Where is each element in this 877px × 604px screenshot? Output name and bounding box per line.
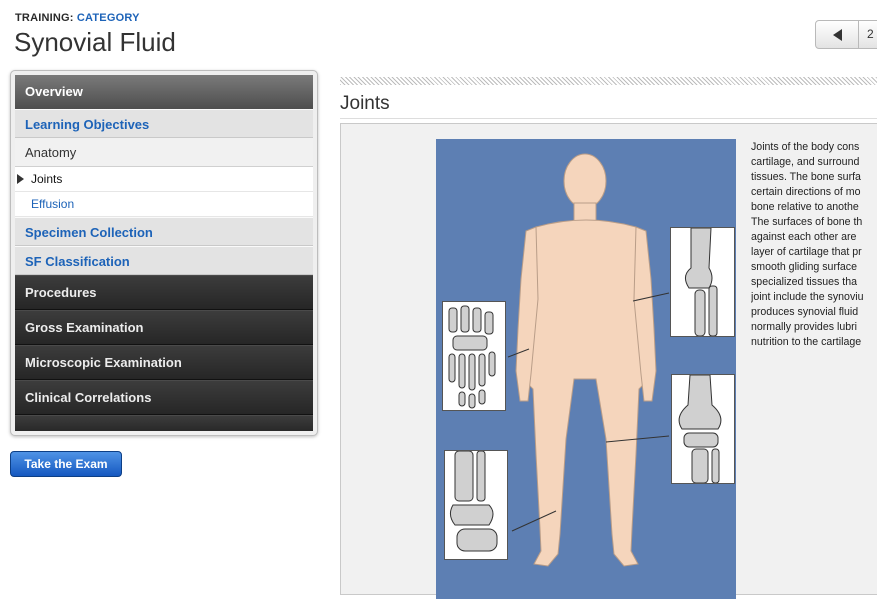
nav-item-clinical-correlations[interactable]: Clinical Correlations [15, 380, 313, 415]
sidebar-nav: Overview Learning Objectives Anatomy Joi… [15, 75, 313, 431]
hand-bones-icon [448, 305, 496, 409]
ankle-bones-icon [449, 450, 498, 552]
page-navigator: 2 [815, 20, 877, 49]
neck-shape [573, 202, 597, 222]
current-arrow-icon [17, 174, 24, 184]
text-line: The surfaces of bone th [751, 216, 863, 228]
page-number: 2 [867, 27, 874, 41]
nav-item-sf-classification[interactable]: SF Classification [15, 246, 313, 275]
section-divider [340, 77, 877, 85]
elbow-bones-inset [670, 227, 735, 337]
text-line: Joints of the body cons [751, 141, 860, 153]
take-exam-button[interactable]: Take the Exam [10, 451, 122, 477]
text-line: bone relative to anothe [751, 201, 859, 213]
text-line: against each other are [751, 231, 857, 243]
joints-illustration [436, 139, 736, 599]
breadcrumb-category[interactable]: CATEGORY [77, 12, 140, 24]
nav-item-overview[interactable]: Overview [15, 75, 313, 109]
text-line: normally provides lubri [751, 321, 857, 333]
nav-item-learning-objectives[interactable]: Learning Objectives [15, 109, 313, 138]
joints-description: Joints of the body cons cartilage, and s… [751, 140, 877, 350]
text-line: produces synovial fluid [751, 306, 859, 318]
elbow-bones-icon [685, 227, 718, 337]
nav-item-anatomy[interactable]: Anatomy [15, 138, 313, 167]
nav-item-microscopic-examination[interactable]: Microscopic Examination [15, 345, 313, 380]
text-line: nutrition to the cartilage [751, 336, 862, 348]
nav-subitem-effusion[interactable]: Effusion [15, 192, 313, 217]
text-line: tissues. The bone surfa [751, 171, 861, 183]
breadcrumb: TRAINING: CATEGORY [15, 12, 140, 24]
hand-bones-inset [442, 301, 506, 411]
nav-item-specimen-collection[interactable]: Specimen Collection [15, 217, 313, 246]
text-line: joint include the synoviu [751, 291, 864, 303]
previous-page-button[interactable] [816, 21, 859, 48]
torso-and-legs-shape [520, 219, 652, 567]
text-line: layer of cartilage that pr [751, 246, 862, 258]
nav-subitem-joints[interactable]: Joints [15, 167, 313, 192]
nav-item-gross-examination[interactable]: Gross Examination [15, 310, 313, 345]
text-line: cartilage, and surround [751, 156, 860, 168]
knee-bones-icon [678, 374, 722, 484]
section-rule [340, 118, 877, 119]
nav-subitem-joints-label: Joints [31, 172, 63, 186]
text-line: smooth gliding surface [751, 261, 857, 273]
nav-footer [15, 415, 313, 431]
text-line: certain directions of mo [751, 186, 861, 198]
nav-item-procedures[interactable]: Procedures [15, 275, 313, 310]
content-panel: Joints of the body cons cartilage, and s… [340, 123, 877, 599]
text-line: specialized tissues tha [751, 276, 857, 288]
knee-bones-inset [671, 374, 735, 484]
ankle-bones-inset [444, 450, 508, 560]
head-shape [563, 153, 607, 209]
page-title: Synovial Fluid [14, 27, 176, 57]
breadcrumb-prefix: TRAINING: [15, 12, 74, 24]
sidebar-nav-frame: Overview Learning Objectives Anatomy Joi… [10, 70, 318, 436]
section-title: Joints [340, 93, 390, 114]
